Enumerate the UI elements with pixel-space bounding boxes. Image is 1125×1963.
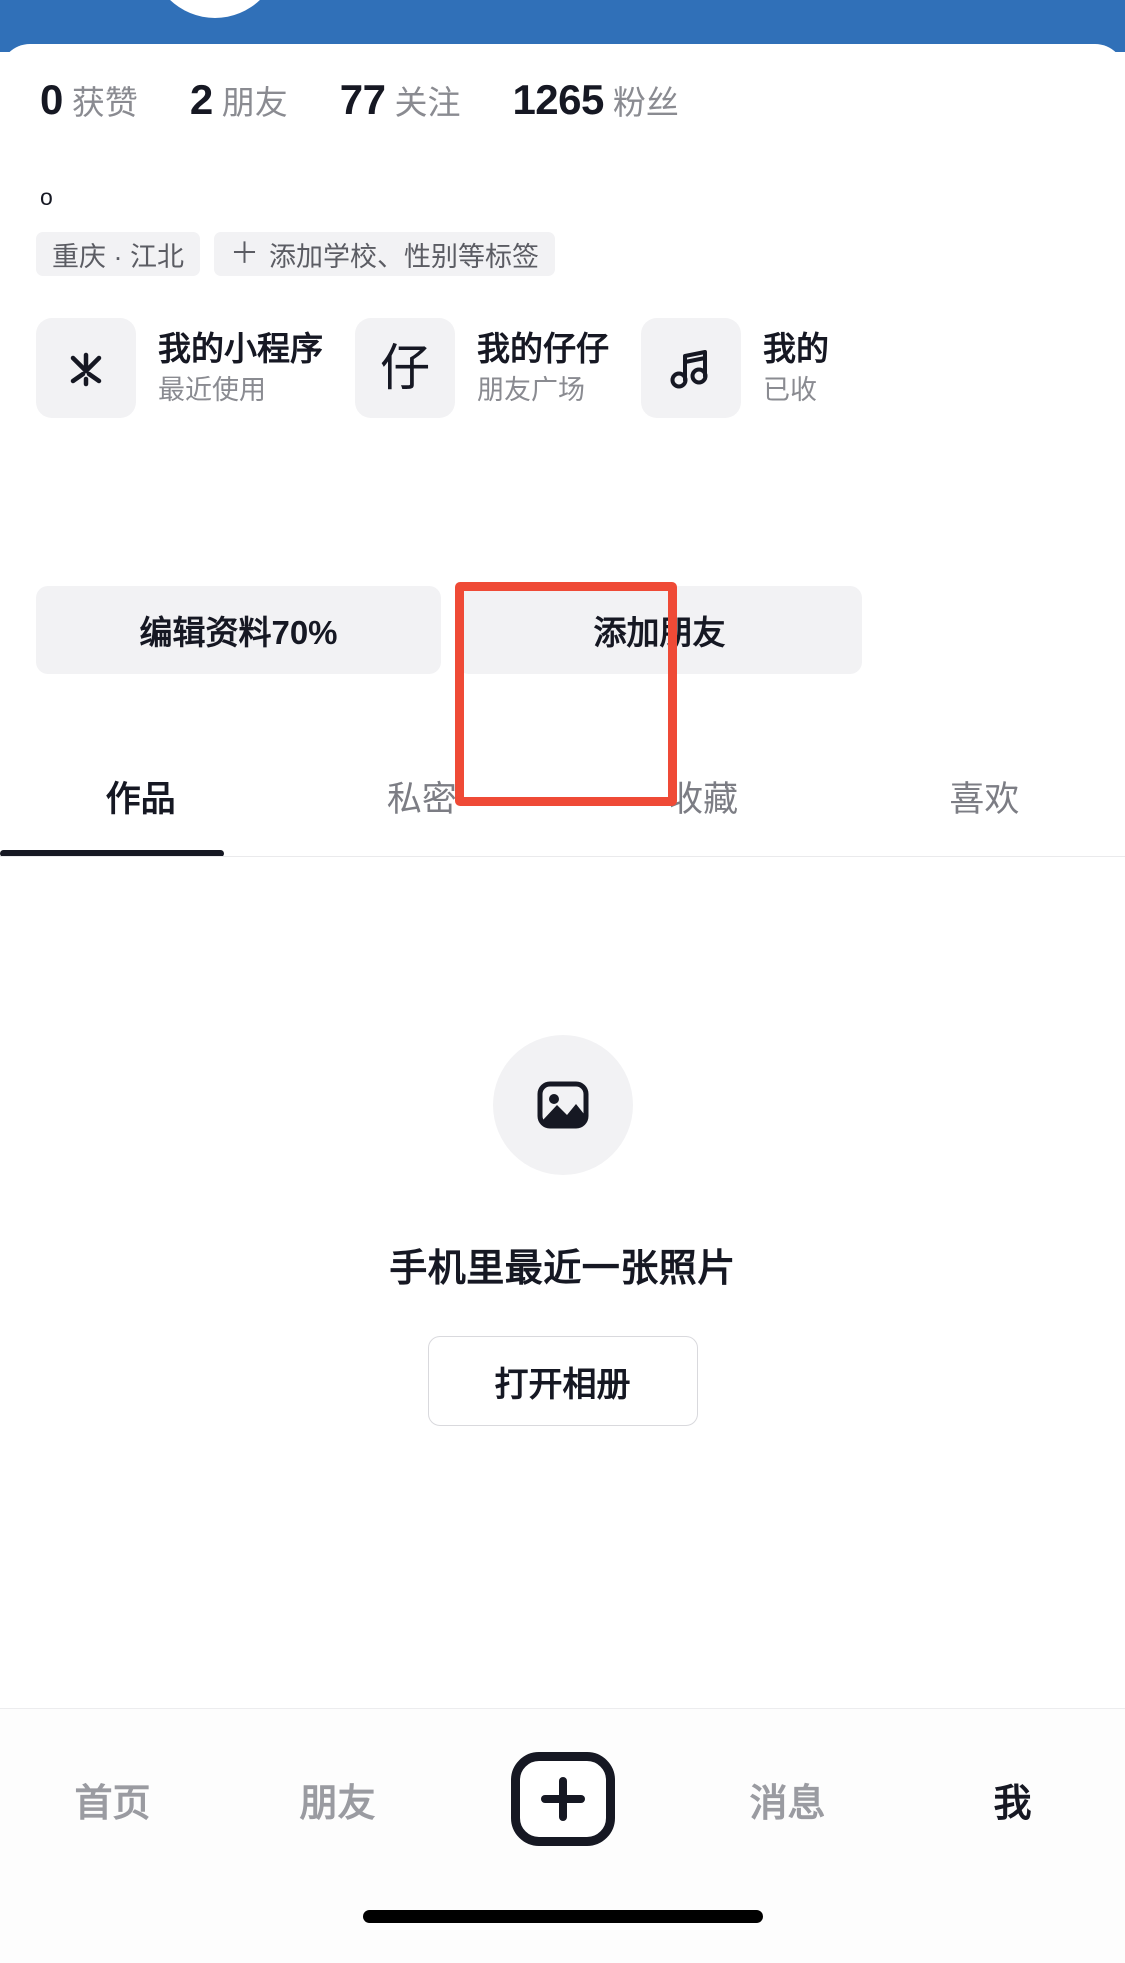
mini-program-cards: 我的小程序 最近使用 仔 我的仔仔 朋友广场 我的 已收	[36, 318, 829, 418]
stat-likes-value: 0	[40, 76, 63, 123]
edit-profile-button[interactable]: 编辑资料70%	[36, 586, 441, 674]
tag-add-labels-label: 添加学校、性别等标签	[269, 241, 540, 272]
card-my-zaizai-title: 我的仔仔	[477, 329, 609, 367]
tab-private-label: 私密	[386, 779, 457, 819]
card-my-music-title: 我的	[763, 329, 829, 367]
nav-home-label: 首页	[74, 1782, 151, 1825]
stat-followers-label: 粉丝	[612, 84, 679, 121]
avatar[interactable]	[150, 0, 280, 18]
tag-location[interactable]: 重庆 · 江北	[36, 232, 200, 276]
tag-location-label: 重庆 · 江北	[52, 241, 184, 272]
bottom-navigation: 首页 朋友 消息 我	[0, 1708, 1125, 1963]
stat-following-value: 77	[339, 76, 386, 123]
tab-works[interactable]: 作品	[0, 735, 281, 857]
stat-friends-label: 朋友	[221, 84, 288, 121]
plus-bar-vertical	[558, 1777, 567, 1821]
profile-stats: 0 获赞 2 朋友 77 关注 1265 粉丝	[40, 76, 731, 124]
nav-create[interactable]	[450, 1752, 675, 1846]
home-indicator	[362, 1910, 763, 1923]
music-note-icon	[641, 318, 741, 418]
empty-state-title: 手机里最近一张照片	[389, 1248, 736, 1290]
card-my-mini-programs-title: 我的小程序	[158, 329, 323, 367]
tab-works-label: 作品	[105, 779, 176, 819]
card-my-mini-programs[interactable]: 我的小程序 最近使用	[36, 318, 323, 418]
profile-actions: 编辑资料70% 添加朋友	[36, 586, 862, 674]
zai-glyph: 仔	[380, 340, 430, 396]
nav-friends[interactable]: 朋友	[225, 1772, 450, 1827]
card-my-mini-programs-subtitle: 最近使用	[158, 375, 266, 406]
tabs-divider	[0, 856, 1125, 857]
card-my-zaizai-subtitle: 朋友广场	[477, 375, 585, 406]
stat-likes-label: 获赞	[71, 84, 138, 121]
asterisk-icon	[36, 318, 136, 418]
card-my-music[interactable]: 我的 已收	[641, 318, 829, 418]
add-friend-button[interactable]: 添加朋友	[457, 586, 862, 674]
tab-favorites-label: 收藏	[668, 779, 739, 819]
tab-private[interactable]: 私密	[281, 735, 562, 857]
profile-tags: 重庆 · 江北 ＋ 添加学校、性别等标签	[36, 232, 556, 276]
nav-messages[interactable]: 消息	[675, 1772, 900, 1827]
nav-messages-label: 消息	[749, 1782, 826, 1825]
photo-image-icon	[492, 1035, 633, 1175]
tab-favorites[interactable]: 收藏	[563, 735, 844, 857]
plus-icon: ＋	[230, 237, 260, 270]
zai-character-icon: 仔	[355, 318, 455, 418]
open-album-button[interactable]: 打开相册	[427, 1336, 698, 1426]
card-my-music-subtitle: 已收	[763, 375, 817, 406]
stat-following[interactable]: 77 关注	[340, 76, 461, 124]
stat-followers[interactable]: 1265 粉丝	[512, 76, 678, 124]
stat-likes[interactable]: 0 获赞	[40, 76, 138, 124]
card-my-zaizai[interactable]: 仔 我的仔仔 朋友广场	[355, 318, 609, 418]
nav-me[interactable]: 我	[900, 1772, 1125, 1827]
profile-signature[interactable]: o	[40, 186, 53, 209]
nav-home[interactable]: 首页	[0, 1772, 225, 1827]
tab-liked-label: 喜欢	[949, 779, 1020, 819]
stat-followers-value: 1265	[512, 76, 604, 123]
empty-state: 手机里最近一张照片 打开相册	[0, 1035, 1125, 1426]
profile-screen: 0 获赞 2 朋友 77 关注 1265 粉丝 o 重庆 · 江北 ＋ 添加学校…	[0, 0, 1125, 1963]
stat-friends[interactable]: 2 朋友	[190, 76, 288, 124]
plus-icon	[510, 1752, 615, 1846]
tag-add-labels[interactable]: ＋ 添加学校、性别等标签	[214, 232, 556, 276]
tab-liked[interactable]: 喜欢	[844, 735, 1125, 857]
stat-following-label: 关注	[394, 84, 461, 121]
nav-friends-label: 朋友	[299, 1782, 376, 1825]
stat-friends-value: 2	[189, 76, 213, 123]
nav-me-label: 我	[993, 1782, 1032, 1825]
content-tabs: 作品 私密 收藏 喜欢	[0, 735, 1125, 857]
